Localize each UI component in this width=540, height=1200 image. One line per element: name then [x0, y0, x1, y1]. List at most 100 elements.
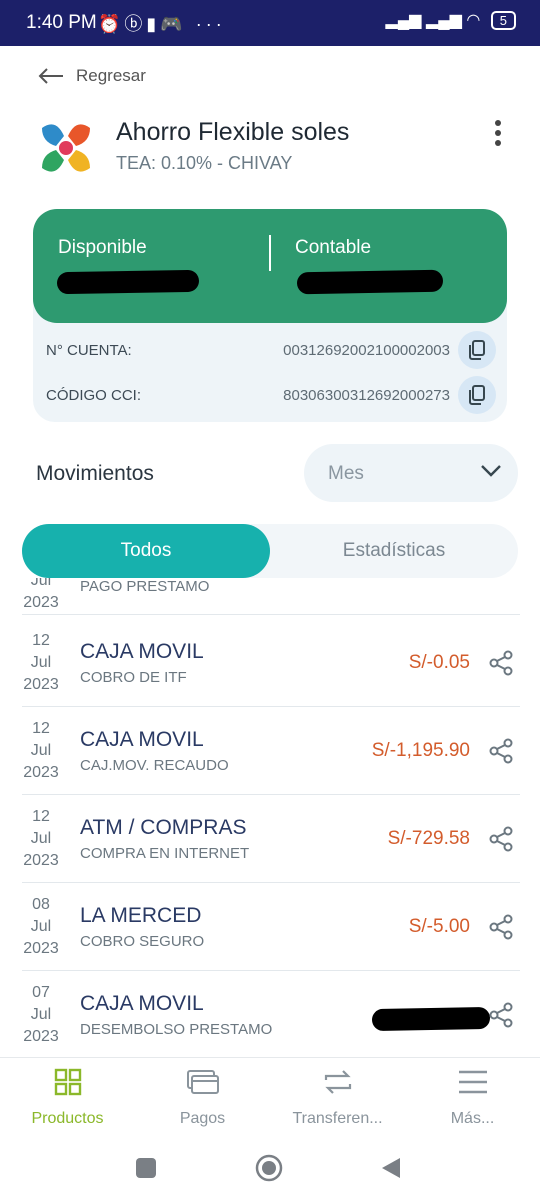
nav-transfers[interactable]: Transferen...: [270, 1058, 405, 1138]
period-select[interactable]: Mes: [304, 444, 518, 502]
tx-desc: PAGO PRESTAMO: [80, 578, 210, 595]
home-icon[interactable]: [255, 1154, 283, 1182]
tx-amount: S/-5.00: [408, 916, 470, 937]
tab-statistics[interactable]: Estadísticas: [270, 524, 518, 578]
cci-value: 80306300312692000273: [283, 386, 450, 404]
copy-account-button[interactable]: [458, 331, 496, 369]
nav-payments-label: Pagos: [179, 1110, 226, 1127]
more-options-icon[interactable]: [488, 120, 508, 146]
tx-year: 2023: [23, 676, 59, 693]
cci-row: CÓDIGO CCI: 80306300312692000273: [46, 376, 496, 414]
balance-card: Disponible Contable: [33, 209, 507, 323]
back-button[interactable]: Regresar: [38, 66, 146, 86]
transaction-list: Jul 2023 PAGO PRESTAMO 12 Jul 2023 CAJA …: [0, 578, 540, 1056]
tx-month: Jul: [30, 918, 52, 935]
tab-all[interactable]: Todos: [22, 524, 270, 578]
nav-more[interactable]: Más...: [405, 1058, 540, 1138]
battery-icon: 5: [490, 11, 516, 30]
tx-year: 2023: [23, 852, 59, 869]
tx-day: 12: [32, 632, 50, 649]
notification-icons: ⏰ⓑ▮🎮 ···: [98, 14, 226, 34]
tx-amount: S/-0.05: [408, 652, 470, 673]
redacted-accounting-balance: [296, 269, 444, 295]
tx-month: Jul: [30, 1006, 52, 1023]
cci-label: CÓDIGO CCI:: [46, 386, 142, 404]
tx-desc: COBRO DE ITF: [80, 669, 187, 686]
system-navigation-bar: [0, 1137, 540, 1200]
tx-year: 2023: [23, 594, 59, 611]
tx-year: 2023: [23, 940, 59, 957]
accounting-label: Contable: [295, 237, 372, 258]
arrow-left-icon: [38, 68, 63, 84]
back-nav-icon[interactable]: [380, 1156, 402, 1180]
tx-year: 2023: [23, 764, 59, 781]
transfer-icon: [324, 1070, 351, 1094]
share-icon[interactable]: [488, 1002, 514, 1028]
wifi-icon: ◠: [466, 12, 481, 29]
share-icon[interactable]: [488, 650, 514, 676]
cards-icon: [186, 1070, 219, 1094]
tx-day: 07: [32, 984, 50, 1001]
back-label: Regresar: [76, 66, 146, 85]
account-number-value: 00312692002100002003: [283, 341, 450, 359]
bottom-navigation: Productos Pagos Transferen... Más...: [0, 1057, 540, 1138]
tx-day: 12: [32, 720, 50, 737]
tx-title: CAJA MOVIL: [80, 640, 204, 663]
nav-payments[interactable]: Pagos: [135, 1058, 270, 1138]
transaction-row[interactable]: 12 Jul 2023 CAJA MOVIL CAJ.MOV. RECAUDO …: [22, 706, 520, 795]
transaction-row[interactable]: 08 Jul 2023 LA MERCED COBRO SEGURO S/-5.…: [22, 882, 520, 971]
tx-day: 12: [32, 808, 50, 825]
tx-month: Jul: [30, 742, 52, 759]
transaction-row[interactable]: 12 Jul 2023 ATM / COMPRAS COMPRA EN INTE…: [22, 794, 520, 883]
tx-amount: S/-1,195.90: [371, 740, 470, 761]
tx-title: LA MERCED: [80, 904, 202, 927]
nav-products[interactable]: Productos: [0, 1058, 135, 1138]
nav-products-label: Productos: [31, 1110, 104, 1127]
share-icon[interactable]: [488, 826, 514, 852]
status-time: 1:40 PM: [26, 12, 97, 33]
transaction-row[interactable]: Jul 2023 PAGO PRESTAMO: [22, 578, 520, 615]
account-number-label: N° CUENTA:: [46, 341, 132, 359]
bank-logo: [36, 118, 96, 178]
card-divider: [269, 235, 271, 271]
account-title: Ahorro Flexible soles: [116, 118, 350, 146]
transaction-row[interactable]: 12 Jul 2023 CAJA MOVIL COBRO DE ITF S/-0…: [22, 618, 520, 707]
available-label: Disponible: [58, 237, 147, 258]
tx-desc: COMPRA EN INTERNET: [80, 845, 250, 862]
tx-month: Jul: [30, 654, 52, 671]
tx-amount: S/-729.58: [387, 828, 470, 849]
period-selected: Mes: [328, 463, 364, 484]
tx-year: 2023: [23, 1028, 59, 1045]
redacted-available-balance: [56, 269, 200, 295]
tx-day: 08: [32, 896, 50, 913]
chevron-down-icon: [481, 465, 501, 477]
movements-heading: Movimientos: [36, 462, 154, 485]
nav-more-label: Más...: [450, 1110, 495, 1127]
system-icons: ▂▄▆ ▂▄▆ ◠ 5: [386, 10, 516, 30]
tx-desc: COBRO SEGURO: [80, 933, 205, 950]
share-icon[interactable]: [488, 914, 514, 940]
account-subtitle: TEA: 0.10% - CHIVAY: [116, 153, 293, 173]
signal-icon: ▂▄▆: [385, 12, 422, 29]
transaction-row[interactable]: 07 Jul 2023 CAJA MOVIL DESEMBOLSO PRESTA…: [22, 970, 520, 1056]
tx-month: Jul: [30, 578, 52, 589]
tx-month: Jul: [30, 830, 52, 847]
nav-transfers-label: Transferen...: [292, 1110, 383, 1127]
redacted-amount: [371, 1006, 491, 1032]
tx-desc: DESEMBOLSO PRESTAMO: [80, 1021, 273, 1038]
tx-title: CAJA MOVIL: [80, 728, 204, 751]
copy-icon: [469, 385, 485, 405]
menu-icon: [458, 1070, 487, 1094]
grid-icon: [54, 1068, 81, 1096]
tx-desc: CAJ.MOV. RECAUDO: [80, 757, 229, 774]
copy-cci-button[interactable]: [458, 376, 496, 414]
recents-icon[interactable]: [135, 1157, 157, 1179]
tx-title: ATM / COMPRAS: [80, 816, 247, 839]
signal-icon-2: ▂▄▆: [425, 12, 462, 29]
share-icon[interactable]: [488, 738, 514, 764]
copy-icon: [469, 340, 485, 360]
tx-title: CAJA MOVIL: [80, 992, 204, 1015]
account-number-row: N° CUENTA: 00312692002100002003: [46, 331, 496, 369]
movement-tabs: Todos Estadísticas: [22, 524, 518, 578]
status-bar: 1:40 PM ⏰ⓑ▮🎮 ··· ▂▄▆ ▂▄▆ ◠ 5: [0, 0, 540, 46]
